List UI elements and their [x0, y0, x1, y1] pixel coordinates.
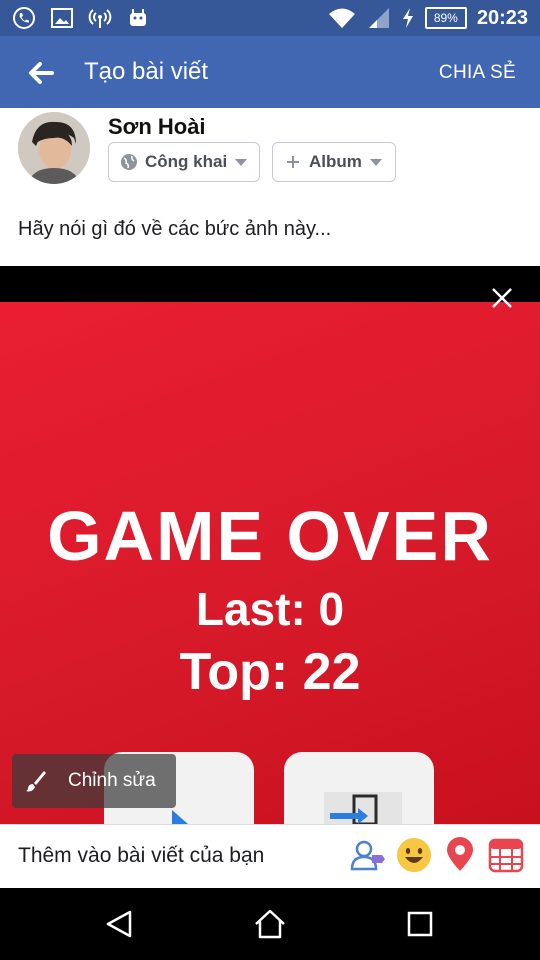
back-triangle-icon[interactable] [104, 908, 136, 940]
hotspot-icon [88, 6, 112, 30]
image-icon [50, 6, 74, 30]
post-composer: Sơn Hoài Công khai Album Hãy nói gì đó v… [0, 108, 540, 266]
app-bar: Tạo bài viết CHIA SẺ [0, 36, 540, 108]
page-title: Tạo bài viết [84, 58, 209, 85]
chevron-down-icon [235, 158, 248, 166]
edit-photo-button[interactable]: Chỉnh sửa [12, 754, 176, 808]
clock: 20:23 [476, 6, 528, 29]
close-icon[interactable] [490, 286, 514, 310]
tag-people-icon[interactable] [350, 837, 386, 873]
share-button-card [284, 752, 434, 824]
game-over-title: GAME OVER [47, 497, 493, 575]
add-to-post-label: Thêm vào bài viết của bạn [18, 844, 265, 867]
edit-label: Chỉnh sửa [68, 770, 156, 791]
album-selector[interactable]: Album [272, 142, 396, 182]
navigation-bar [0, 888, 540, 960]
feeling-emoji-icon[interactable] [396, 837, 432, 873]
location-pin-icon[interactable] [442, 837, 478, 873]
battery-level: 89% [433, 11, 458, 25]
recents-icon[interactable] [404, 908, 436, 940]
globe-icon [119, 152, 139, 172]
album-label: Album [309, 152, 362, 171]
privacy-label: Công khai [145, 152, 228, 171]
post-text-input[interactable]: Hãy nói gì đó về các bức ảnh này... [18, 218, 331, 241]
game-over-screenshot: GAME OVER Last: 0 Top: 22 [0, 302, 540, 824]
paintbrush-icon [24, 769, 48, 793]
attached-photo: GAME OVER Last: 0 Top: 22 Chỉnh sửa [0, 266, 540, 824]
share-button[interactable]: CHIA SẺ [439, 62, 516, 84]
plus-icon [283, 152, 303, 172]
last-score: Last: 0 [195, 583, 345, 635]
android-icon [126, 6, 150, 30]
top-score: Top: 22 [179, 643, 361, 701]
battery-icon: 89% [424, 7, 467, 29]
status-bar: 89% 20:23 [0, 0, 540, 36]
chevron-down-icon [369, 158, 382, 166]
privacy-selector[interactable]: Công khai [108, 142, 260, 182]
avatar[interactable] [18, 112, 90, 184]
add-to-post-bar[interactable]: Thêm vào bài viết của bạn [0, 824, 540, 888]
phone-icon [12, 6, 36, 30]
event-calendar-icon[interactable] [488, 837, 524, 873]
charging-icon [401, 6, 415, 30]
home-icon[interactable] [254, 908, 286, 940]
user-name: Sơn Hoài [108, 114, 206, 139]
back-arrow-icon[interactable] [26, 58, 56, 88]
wifi-icon [327, 6, 357, 30]
signal-icon [367, 6, 391, 30]
